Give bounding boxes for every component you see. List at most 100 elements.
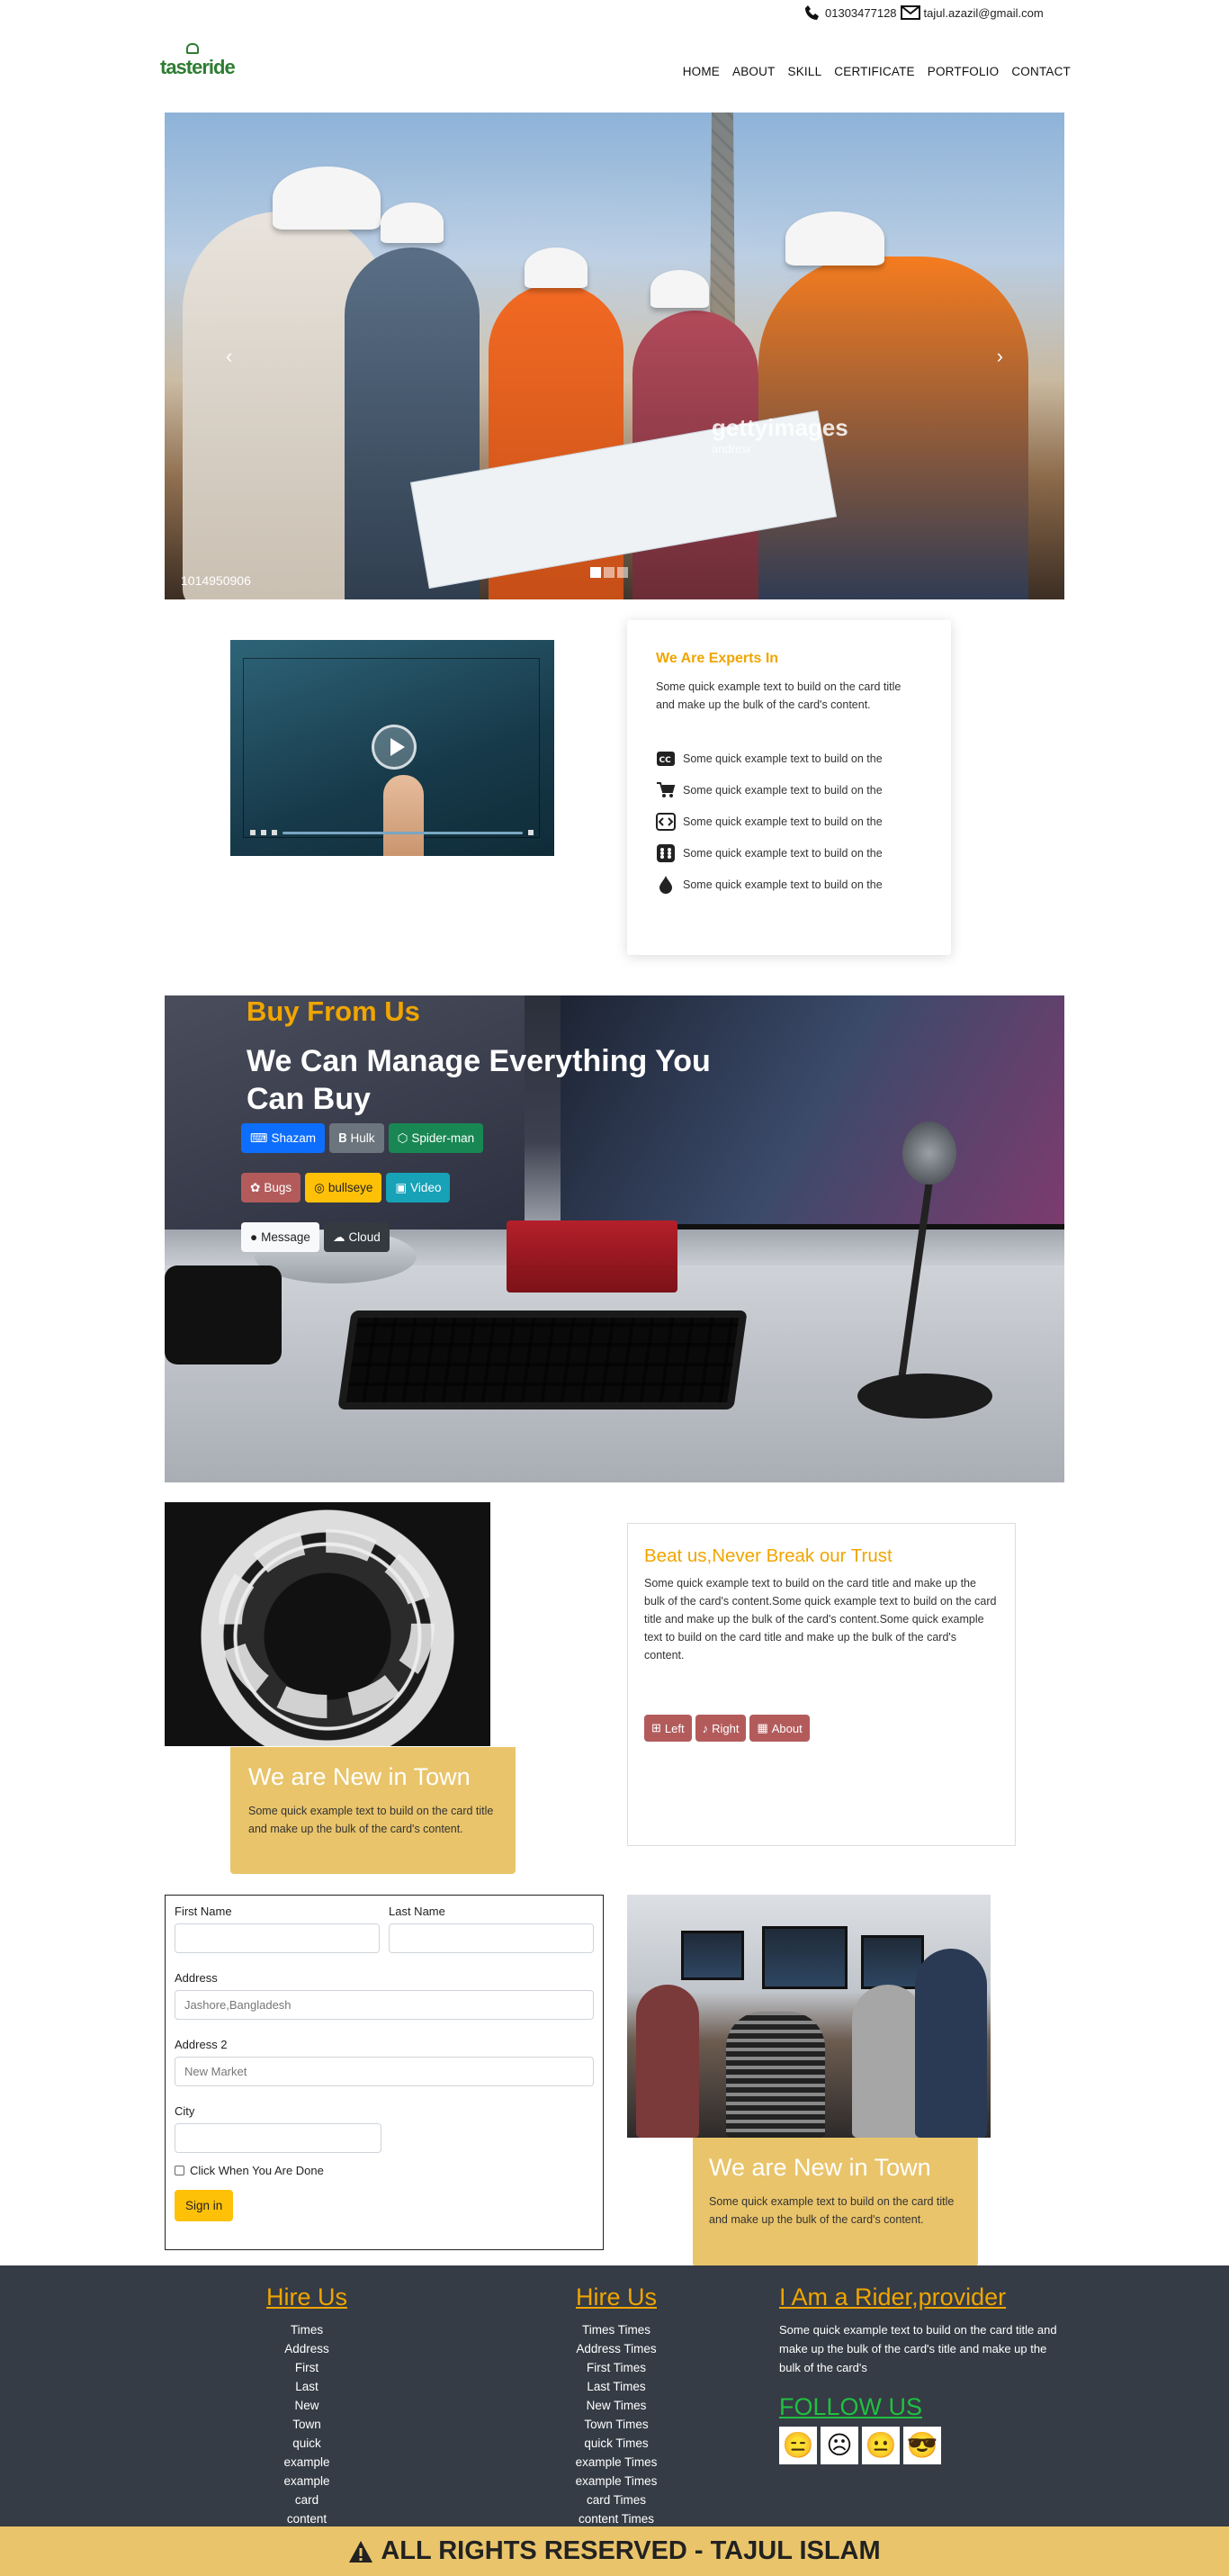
footer-link[interactable]: New <box>248 2396 365 2415</box>
last-name-field[interactable] <box>389 1923 594 1953</box>
footer-link[interactable]: quick Times <box>549 2434 684 2453</box>
list-item-text: Some quick example text to build on the <box>683 815 883 828</box>
carousel-next-button[interactable]: › <box>997 345 1003 368</box>
footer-link[interactable]: Times <box>248 2320 365 2339</box>
nav-about[interactable]: ABOUT <box>732 65 776 78</box>
bullseye-button[interactable]: ◎ bullseye <box>305 1173 382 1202</box>
footer-link[interactable]: Town <box>248 2415 365 2434</box>
footer-text: Some quick example text to build on the … <box>779 2323 1057 2374</box>
carousel-indicator[interactable] <box>590 567 601 578</box>
sign-in-button[interactable]: Sign in <box>175 2190 234 2221</box>
footer-link[interactable]: Last Times <box>549 2377 684 2396</box>
list-item: CC Some quick example text to build on t… <box>656 743 922 774</box>
sunglasses-face-icon[interactable]: 😎 <box>903 2427 941 2464</box>
logo-text: tasteride <box>160 56 236 78</box>
footer-link[interactable]: Town Times <box>549 2415 684 2434</box>
frown-face-icon[interactable]: ☹ <box>821 2427 858 2464</box>
contact-phone[interactable]: 01303477128 <box>825 6 897 20</box>
footer-link[interactable]: example Times <box>549 2472 684 2490</box>
experts-title: We Are Experts In <box>656 651 779 666</box>
cloud-button[interactable]: ☁ Cloud <box>323 1222 390 1252</box>
footer: Hire Us Times Address First Last New Tow… <box>0 2265 1229 2526</box>
footer-link[interactable]: quick <box>248 2434 365 2453</box>
done-checkbox[interactable] <box>175 2166 184 2175</box>
footer-link[interactable]: Times Times <box>549 2320 684 2339</box>
carousel-indicator[interactable] <box>617 567 628 578</box>
spiderman-button[interactable]: ⬡ Spider-man <box>388 1123 484 1153</box>
footer-link[interactable]: content <box>248 2509 365 2528</box>
bugs-button[interactable]: ✿ Bugs <box>241 1173 301 1202</box>
right-button[interactable]: ♪ Right <box>695 1715 747 1742</box>
contact-email[interactable]: tajul.azazil@gmail.com <box>924 6 1044 20</box>
carousel-indicator[interactable] <box>604 567 614 578</box>
button-label: About <box>771 1721 803 1735</box>
footer-link[interactable]: example <box>248 2453 365 2472</box>
logo[interactable]: tasteride <box>160 43 236 79</box>
neutral-face-icon[interactable]: 😐 <box>862 2427 900 2464</box>
code-icon <box>656 812 676 832</box>
hardhat <box>381 203 444 243</box>
list-item: Some quick example text to build on the <box>656 806 922 837</box>
nav-certificate[interactable]: CERTIFICATE <box>834 65 914 78</box>
keyboard-icon: ⌨ <box>250 1130 268 1145</box>
message-button[interactable]: ● Message <box>241 1222 319 1252</box>
card-title: We are New in Town <box>248 1763 471 1790</box>
play-icon[interactable] <box>372 725 417 770</box>
office-monitor <box>681 1931 744 1980</box>
progress-track[interactable] <box>283 831 523 834</box>
footer-link[interactable]: New Times <box>549 2396 684 2415</box>
footer-link[interactable]: Address <box>248 2339 365 2358</box>
footer-link[interactable]: First Times <box>549 2358 684 2377</box>
warning-icon <box>349 2540 373 2562</box>
nav-contact[interactable]: CONTACT <box>1011 65 1071 78</box>
footer-heading[interactable]: I Am a Rider,provider <box>779 2283 1067 2311</box>
first-name-field[interactable] <box>175 1923 380 1953</box>
footer-link[interactable]: content Times <box>549 2509 684 2528</box>
video-button[interactable]: ▣ Video <box>386 1173 451 1202</box>
button-label: Spider-man <box>411 1131 475 1145</box>
left-button[interactable]: ⊞ Left <box>644 1715 692 1742</box>
hardhat <box>785 212 884 266</box>
buy-overlay: Buy From Us We Can Manage Everything You… <box>165 995 1064 1482</box>
last-name-group: Last Name <box>389 1905 594 1953</box>
footer-link[interactable]: example Times <box>549 2453 684 2472</box>
address2-label: Address 2 <box>175 2038 228 2051</box>
list-item: Some quick example text to build on the <box>656 837 922 869</box>
footer-link[interactable]: example <box>248 2472 365 2490</box>
copyright-text: ALL RIGHTS RESERVED - TAJUL ISLAM <box>381 2536 881 2565</box>
experts-text: Some quick example text to build on the … <box>656 680 902 711</box>
new-in-town-card: We are New in Town Some quick example te… <box>230 1747 516 1874</box>
about-button[interactable]: ▦ About <box>749 1715 810 1742</box>
video-player[interactable] <box>230 640 554 856</box>
shazam-button[interactable]: ⌨ Shazam <box>241 1123 326 1153</box>
nav-portfolio[interactable]: PORTFOLIO <box>928 65 1000 78</box>
footer-heading[interactable]: Hire Us <box>549 2283 684 2311</box>
svg-text:CC: CC <box>659 756 672 765</box>
nav-home[interactable]: HOME <box>683 65 720 78</box>
follow-heading[interactable]: FOLLOW US <box>779 2393 1067 2421</box>
footer-heading[interactable]: Hire Us <box>248 2283 365 2311</box>
office-person <box>636 1985 699 2138</box>
address-field[interactable]: Jashore,Bangladesh <box>175 1990 594 2020</box>
footer-link[interactable]: First <box>248 2358 365 2377</box>
address2-field[interactable]: New Market <box>175 2057 594 2086</box>
expressionless-face-icon[interactable]: 😑 <box>779 2427 817 2464</box>
footer-link[interactable]: card <box>248 2490 365 2509</box>
footer-link[interactable]: card Times <box>549 2490 684 2509</box>
name-row: First Name Last Name <box>175 1905 594 1953</box>
carousel-prev-button[interactable]: ‹ <box>226 345 232 368</box>
nav-skill[interactable]: SKILL <box>788 65 822 78</box>
footer-link[interactable]: Address Times <box>549 2339 684 2358</box>
hulk-button[interactable]: 𝐁 Hulk <box>329 1123 384 1153</box>
office-team-image <box>627 1895 991 2138</box>
new-in-town-card: We are New in Town Some quick example te… <box>693 2138 978 2266</box>
calendar-icon: ▦ <box>757 1721 768 1734</box>
control-dot <box>528 830 534 835</box>
footer-link[interactable]: Last <box>248 2377 365 2396</box>
list-item-text: Some quick example text to build on the <box>683 783 883 797</box>
phone-icon <box>805 5 819 20</box>
done-checkbox-row: Click When You Are Done <box>175 2164 594 2177</box>
city-group: City <box>175 2104 594 2153</box>
city-field[interactable] <box>175 2123 381 2153</box>
hero-image-id: 1014950906 <box>181 573 251 588</box>
